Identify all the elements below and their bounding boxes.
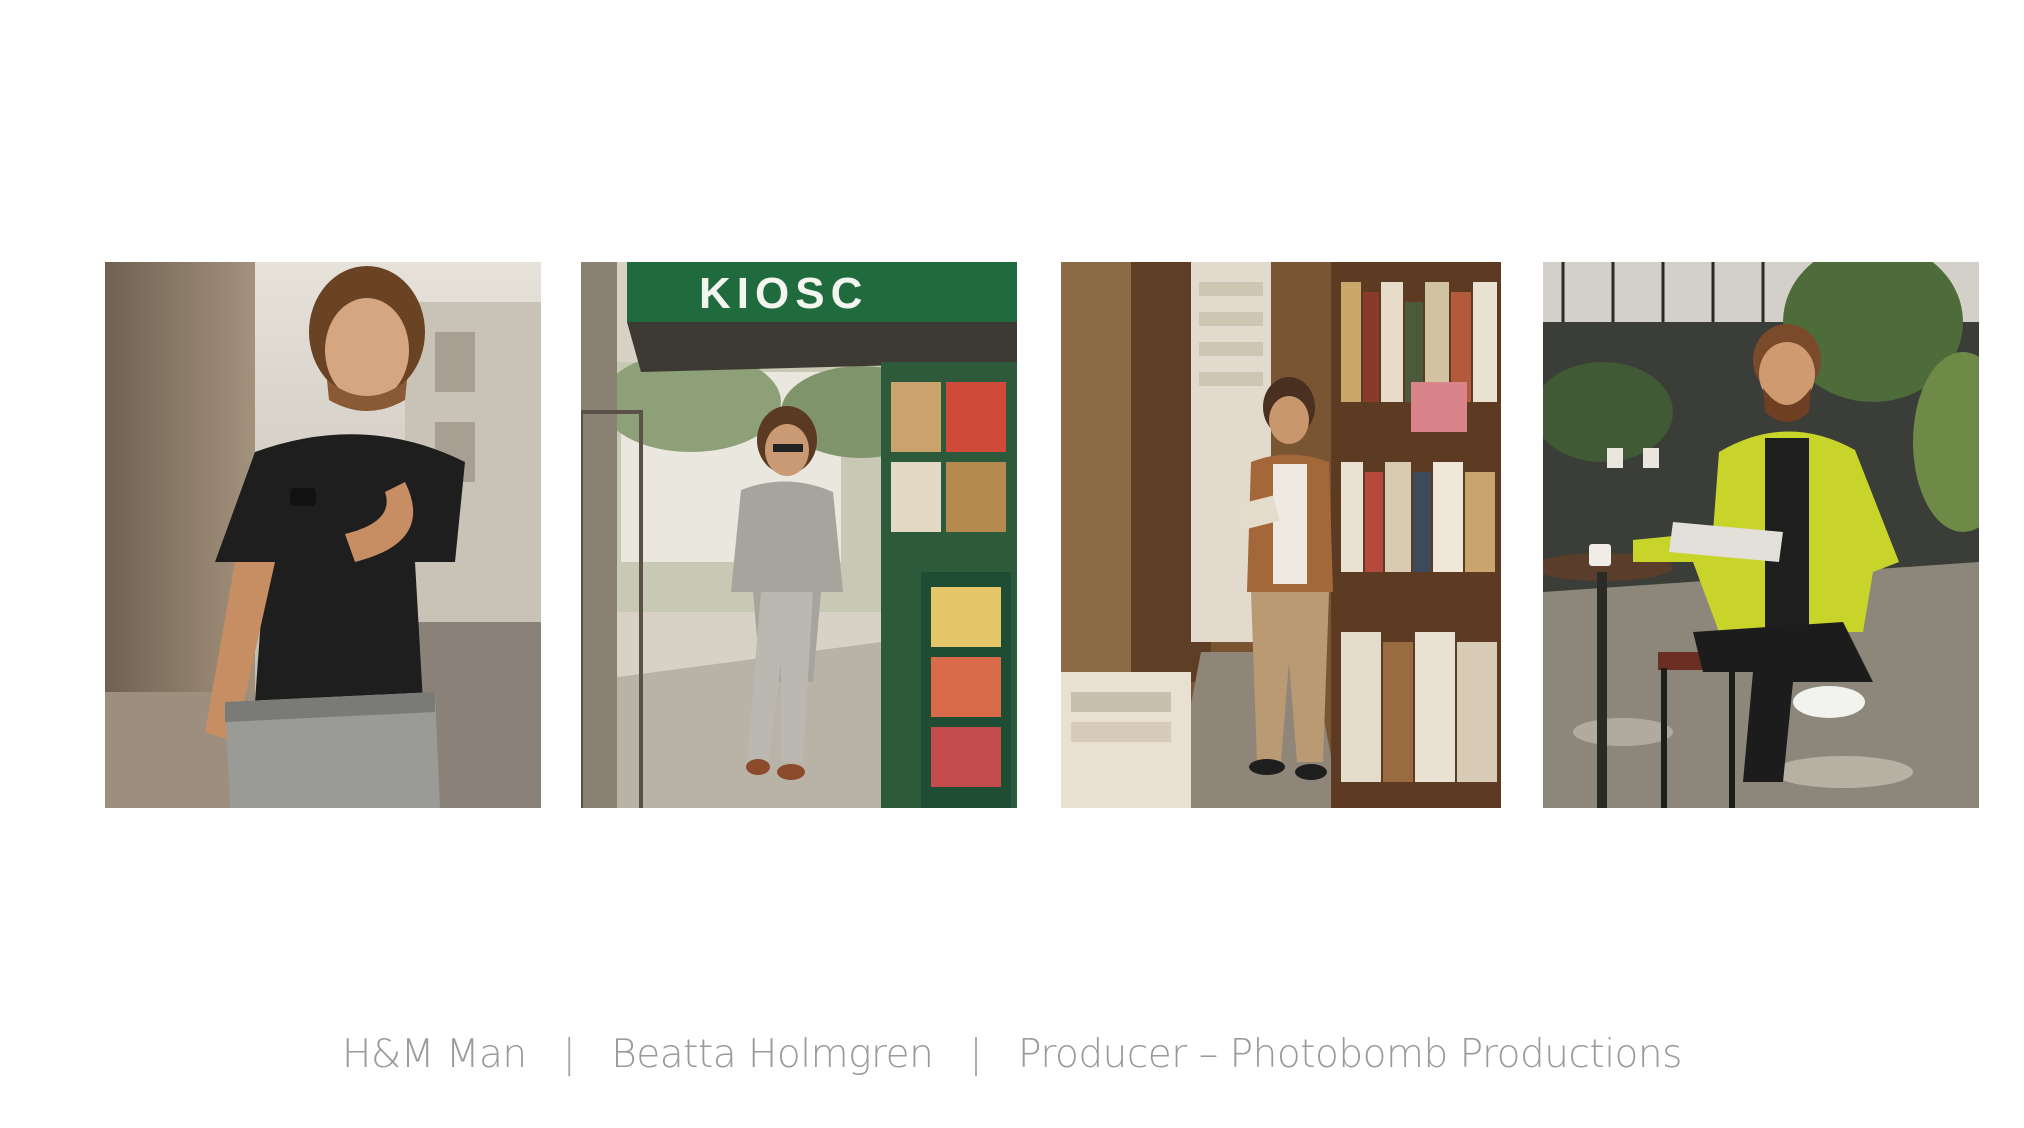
producer-credit: Producer – Photobomb Productions	[1018, 1032, 1682, 1077]
photo-bookstore-portrait-image	[1061, 262, 1501, 808]
caption-separator: |	[969, 1032, 983, 1077]
photo-street-portrait	[105, 262, 541, 808]
photo-cafe-portrait	[1543, 262, 1979, 808]
photographer-name: Beatta Holmgren	[611, 1032, 934, 1077]
photo-kiosk-portrait: KIOSC	[581, 262, 1017, 808]
photo-kiosk-portrait-image: KIOSC	[581, 262, 1017, 808]
photo-credit-caption: H&M Man | Beatta Holmgren | Producer – Photo…	[0, 1028, 2024, 1082]
client-name: H&M Man	[342, 1032, 527, 1077]
photo-bookstore-portrait	[1061, 262, 1501, 808]
photo-gallery: KIOSC H&M Man | Beatta Holmgren | Produc…	[0, 0, 2024, 1128]
caption-separator: |	[562, 1032, 576, 1077]
photo-street-portrait-image	[105, 262, 541, 808]
photo-cafe-portrait-image	[1543, 262, 1979, 808]
kiosk-sign-text: KIOSC	[699, 269, 868, 318]
